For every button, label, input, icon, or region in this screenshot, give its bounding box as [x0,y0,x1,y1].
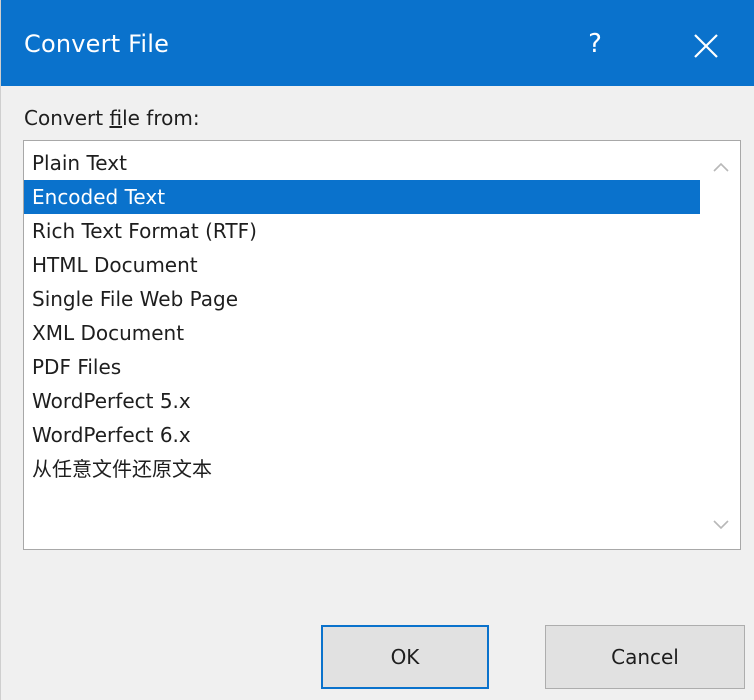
list-item[interactable]: XML Document [24,316,700,350]
help-button[interactable]: ? [575,22,615,66]
cancel-button[interactable]: Cancel [545,625,745,689]
list-item[interactable]: Rich Text Format (RTF) [24,214,700,248]
list-item[interactable]: WordPerfect 5.x [24,384,700,418]
title-bar: Convert File ? [1,0,754,86]
chevron-down-icon [713,520,729,530]
list-item[interactable]: Single File Web Page [24,282,700,316]
label-suffix: ile from: [122,106,200,130]
close-button[interactable] [684,24,728,68]
file-format-list: Plain Text Encoded Text Rich Text Format… [24,146,700,486]
help-icon: ? [588,29,602,59]
list-item[interactable]: WordPerfect 6.x [24,418,700,452]
dialog-title: Convert File [24,30,170,58]
list-item-selected[interactable]: Encoded Text [24,180,700,214]
scroll-up-button[interactable] [710,157,732,179]
list-item[interactable]: 从任意文件还原文本 [24,452,700,486]
ok-button[interactable]: OK [321,625,489,689]
label-mnemonic: f [109,106,123,130]
list-item[interactable]: Plain Text [24,146,700,180]
list-item[interactable]: HTML Document [24,248,700,282]
convert-file-dialog: Convert File ? Convert file from: Plain … [0,0,754,700]
close-icon [694,34,718,58]
file-format-listbox[interactable]: Plain Text Encoded Text Rich Text Format… [23,140,741,550]
scroll-down-button[interactable] [710,513,732,535]
label-prefix: Convert [24,106,110,130]
convert-file-from-label: Convert file from: [24,106,200,130]
chevron-up-icon [713,162,729,172]
list-item[interactable]: PDF Files [24,350,700,384]
